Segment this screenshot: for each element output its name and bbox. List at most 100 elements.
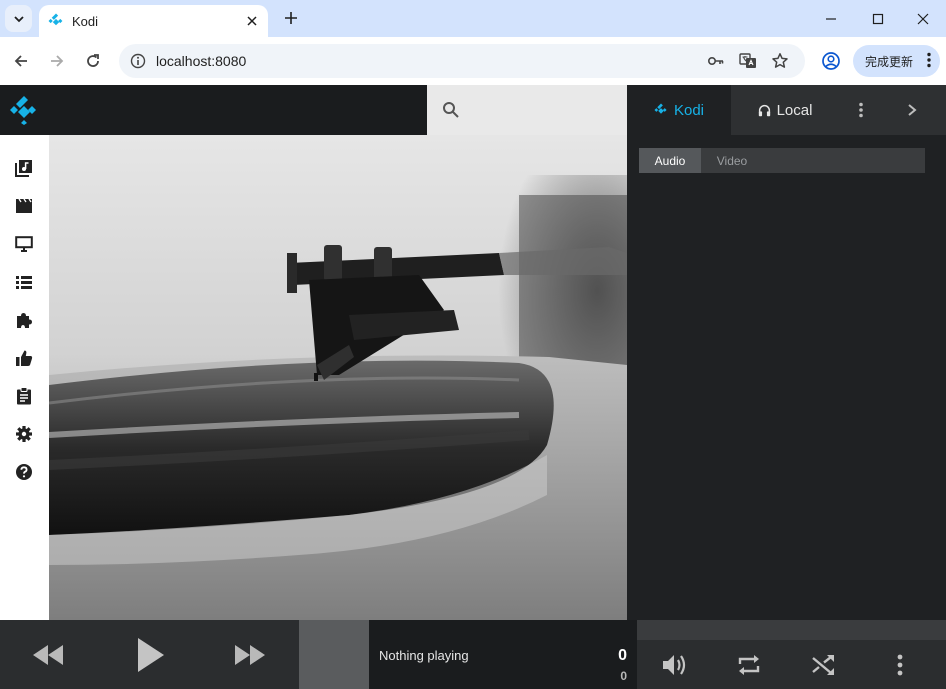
- panel-collapse-button[interactable]: [900, 98, 924, 122]
- reload-button[interactable]: [80, 48, 106, 74]
- now-playing-title: Nothing playing: [379, 648, 469, 663]
- sidebar-item-settings[interactable]: [12, 422, 36, 446]
- maximize-icon: [872, 13, 884, 24]
- rewind-icon: [33, 645, 63, 665]
- library-music-icon: [15, 160, 32, 177]
- minimize-icon: [826, 17, 836, 20]
- update-button[interactable]: 完成更新: [853, 45, 940, 77]
- help-icon: [16, 464, 32, 480]
- update-label: 完成更新: [865, 54, 914, 69]
- close-icon: [247, 16, 257, 26]
- play-button[interactable]: [125, 632, 177, 678]
- addons-puzzle-icon: [17, 313, 32, 328]
- sidebar-item-lab[interactable]: [12, 384, 36, 408]
- chevron-down-icon: [13, 15, 24, 22]
- sidebar-item-favourites[interactable]: [12, 346, 36, 370]
- app-header: [0, 85, 427, 135]
- sidebar-item-tv[interactable]: [12, 232, 36, 256]
- clipboard-icon: [17, 387, 31, 405]
- volume-icon: [663, 655, 686, 675]
- playlist-panel-tabs: Kodi Local: [627, 85, 946, 135]
- play-icon: [138, 638, 164, 672]
- record-player-artwork: [49, 135, 627, 620]
- star-icon: [772, 53, 788, 68]
- profile-button[interactable]: [818, 48, 844, 74]
- now-playing-info: Nothing playing 0 0: [369, 620, 637, 689]
- search-icon: [443, 102, 459, 118]
- new-tab-button[interactable]: [279, 6, 303, 30]
- sidebar-item-help[interactable]: [12, 460, 36, 484]
- tab-local[interactable]: Local: [731, 85, 839, 135]
- window-maximize-button[interactable]: [855, 0, 901, 37]
- browser-toolbar: localhost:8080 完成更新: [0, 37, 946, 85]
- fanart-background-image: [49, 135, 627, 620]
- arrow-left-icon: [14, 55, 27, 67]
- tab-close-button[interactable]: [243, 12, 261, 30]
- password-key-button[interactable]: [705, 50, 727, 72]
- volume-button[interactable]: [660, 650, 690, 680]
- site-info-button[interactable]: [128, 51, 148, 71]
- address-bar[interactable]: localhost:8080: [119, 44, 805, 78]
- repeat-button[interactable]: [734, 650, 764, 680]
- kodi-web-app: Kodi Local Audio Video Nothing playing 0…: [0, 85, 946, 689]
- playlist-type-tabs: Audio Video: [639, 148, 925, 173]
- now-playing-thumbnail: [299, 620, 369, 689]
- kodi-icon: [654, 103, 667, 114]
- browser-tabstrip: Kodi: [0, 0, 946, 37]
- progress-bar[interactable]: [637, 620, 946, 640]
- plus-icon: [285, 12, 297, 24]
- sidebar-item-music[interactable]: [12, 156, 36, 180]
- back-button[interactable]: [8, 48, 34, 74]
- player-bar: Nothing playing 0 0: [0, 620, 946, 689]
- tab-local-label: Local: [776, 101, 813, 119]
- fast-forward-icon: [235, 645, 265, 665]
- more-vert-icon: [897, 654, 903, 676]
- repeat-icon: [738, 655, 760, 675]
- movie-icon: [16, 198, 32, 213]
- more-vert-icon: [859, 102, 863, 118]
- url-text: localhost:8080: [156, 53, 247, 69]
- shuffle-button[interactable]: [809, 650, 839, 680]
- more-vert-icon: [927, 52, 931, 68]
- reload-icon: [87, 54, 99, 67]
- tab-kodi-label: Kodi: [673, 101, 705, 119]
- thumbs-up-icon: [16, 350, 33, 366]
- elapsed-time: 0: [618, 647, 627, 664]
- headphones-icon: [758, 104, 770, 116]
- sidebar: [0, 135, 49, 620]
- key-icon: [707, 57, 724, 66]
- rewind-button[interactable]: [26, 638, 70, 672]
- subtab-video[interactable]: Video: [701, 148, 763, 173]
- translate-button[interactable]: [737, 50, 759, 72]
- browser-tab-kodi[interactable]: Kodi: [39, 5, 268, 37]
- shuffle-icon: [812, 655, 834, 675]
- settings-gear-icon: [16, 426, 32, 442]
- tab-search-button[interactable]: [5, 5, 32, 32]
- window-close-button[interactable]: [900, 0, 946, 37]
- playlist-menu-button[interactable]: [849, 98, 873, 122]
- sidebar-item-movies[interactable]: [12, 194, 36, 218]
- close-icon: [917, 13, 929, 24]
- subtab-audio[interactable]: Audio: [639, 148, 701, 173]
- kodi-favicon-icon: [48, 13, 63, 26]
- fast-forward-button[interactable]: [228, 638, 272, 672]
- account-icon: [822, 52, 840, 70]
- playlist-panel: Kodi Local Audio Video: [627, 85, 946, 620]
- player-menu-button[interactable]: [885, 650, 915, 680]
- sidebar-item-addons[interactable]: [12, 308, 36, 332]
- sidebar-item-playlists[interactable]: [12, 270, 36, 294]
- arrow-right-icon: [51, 55, 64, 67]
- chevron-right-icon: [908, 104, 917, 116]
- browser-tab-title: Kodi: [72, 13, 99, 29]
- playlist-icon: [16, 276, 32, 289]
- total-time: 0: [620, 669, 627, 683]
- tv-icon: [15, 236, 33, 252]
- info-icon: [130, 53, 146, 69]
- window-minimize-button[interactable]: [808, 0, 854, 37]
- tab-kodi[interactable]: Kodi: [627, 85, 731, 135]
- translate-icon: [739, 53, 756, 68]
- search-box[interactable]: [427, 85, 627, 135]
- forward-button[interactable]: [44, 48, 70, 74]
- kodi-logo-icon[interactable]: [9, 95, 39, 125]
- bookmark-star-button[interactable]: [769, 50, 791, 72]
